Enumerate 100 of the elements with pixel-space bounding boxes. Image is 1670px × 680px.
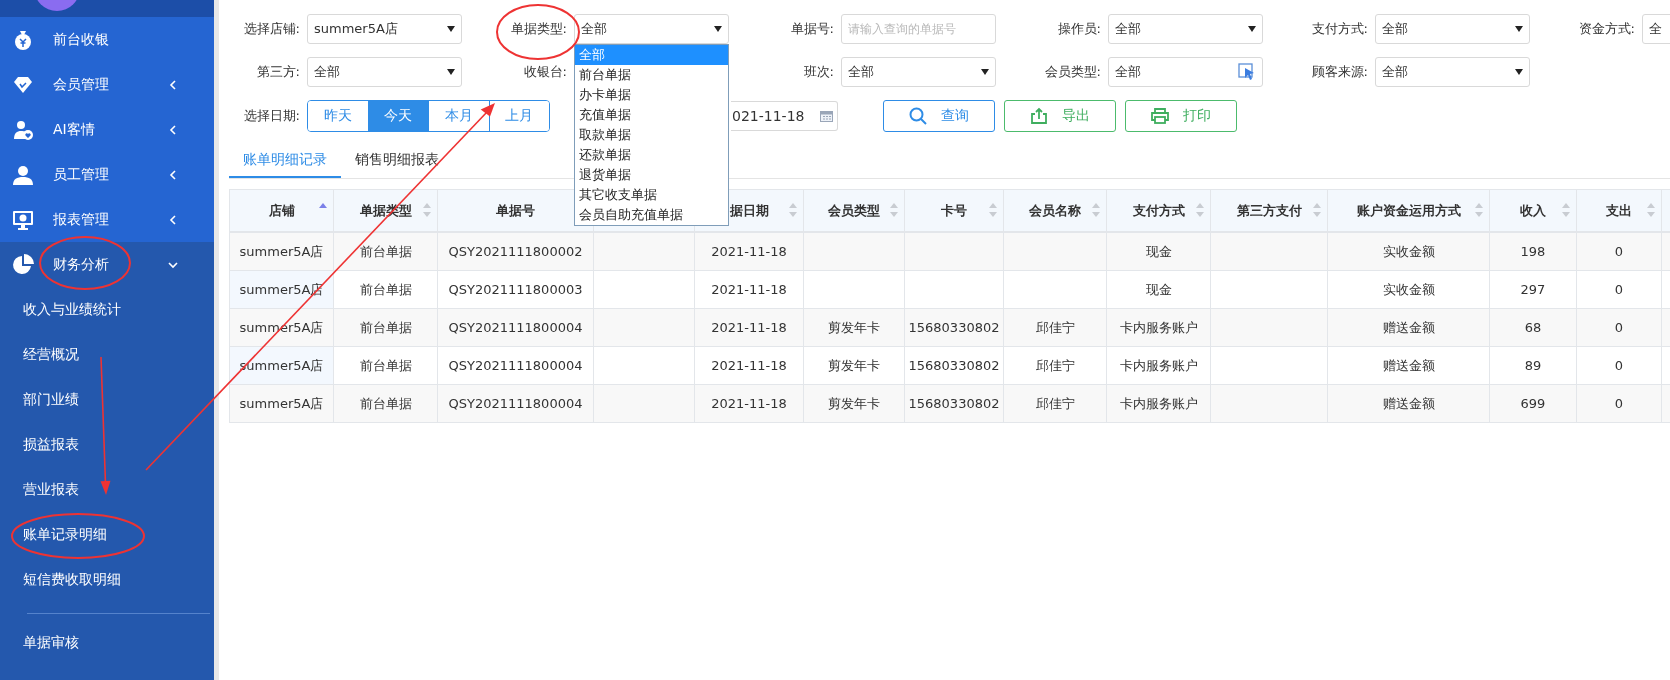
select-field[interactable]: 全部 <box>1108 14 1263 44</box>
sort-icon[interactable] <box>1647 202 1655 218</box>
cursor-icon <box>1238 63 1256 81</box>
sort-icon[interactable] <box>1196 202 1204 218</box>
submenu-item[interactable]: 部门业绩 <box>0 377 214 422</box>
column-header[interactable]: 支付方式 <box>1106 190 1210 231</box>
select-field[interactable]: 全部 <box>1375 57 1530 87</box>
sort-icon[interactable] <box>1475 202 1483 218</box>
table-cell: 剪发年卡 <box>828 356 880 375</box>
sort-icon[interactable] <box>789 202 797 218</box>
column-header[interactable]: 账户资金运用方式 <box>1327 190 1489 231</box>
select-field[interactable]: 全部 <box>574 14 729 44</box>
table-cell: QSY2021111800004 <box>448 358 583 373</box>
sort-icon[interactable] <box>1562 202 1570 218</box>
filter-label: 单据号: <box>789 20 835 38</box>
menu-item[interactable]: 会员管理 <box>0 62 214 107</box>
sort-icon[interactable] <box>1092 202 1100 218</box>
table-cell: 15680330802 <box>908 396 1000 411</box>
table-cell: 2021-11-18 <box>711 244 787 259</box>
dropdown-option[interactable]: 办卡单据 <box>575 85 728 105</box>
column-header[interactable]: 第三方支付 <box>1210 190 1327 231</box>
table-cell: 邱佳宁 <box>1035 394 1075 413</box>
menu-item[interactable]: 前台收银 <box>0 17 214 62</box>
menu-item[interactable]: 员工管理 <box>0 152 214 197</box>
table-cell: 前台单据 <box>359 356 412 375</box>
table-cell: 15680330802 <box>908 358 1000 373</box>
table-cell: 现金 <box>1145 280 1172 299</box>
table-cell: 赠送金额 <box>1382 394 1435 413</box>
submenu-item[interactable]: 营业报表 <box>0 467 214 512</box>
date-field[interactable]: 021-11-18 <box>731 101 838 131</box>
menu-item[interactable]: 报表管理 <box>0 197 214 242</box>
table-cell: 2021-11-18 <box>711 282 787 297</box>
filter-label: 顾客来源: <box>1310 63 1369 81</box>
date-range-tab[interactable]: 上月 <box>488 101 549 131</box>
chevron-left-icon <box>168 124 178 135</box>
table-cell: 2021-11-18 <box>711 358 787 373</box>
tab[interactable]: 账单明细记录 <box>229 143 341 178</box>
table-cell: 实收金额 <box>1382 242 1435 261</box>
table-cell: 卡内服务账户 <box>1119 318 1198 337</box>
caret-icon <box>447 26 455 32</box>
menu-item[interactable]: 单据审核 <box>0 620 214 665</box>
column-header[interactable]: 卡号 <box>904 190 1003 231</box>
menu-item[interactable]: 财务分析 <box>0 242 214 287</box>
select-field[interactable]: summer5A店 <box>307 14 462 44</box>
table-cell: 0 <box>1614 320 1624 335</box>
table-cell: QSY2021111800004 <box>448 396 583 411</box>
table-cell: 前台单据 <box>359 394 412 413</box>
column-header[interactable]: 店铺 <box>229 190 333 231</box>
dropdown-option[interactable]: 还款单据 <box>575 145 728 165</box>
filter-label: 班次: <box>802 63 835 81</box>
table-cell: 卡内服务账户 <box>1119 356 1198 375</box>
select-field[interactable]: 全部 <box>1375 14 1530 44</box>
caret-icon <box>981 69 989 75</box>
table-cell: 0 <box>1614 244 1624 259</box>
table-cell: 89 <box>1524 358 1542 373</box>
column-header[interactable]: 收入 <box>1489 190 1576 231</box>
caret-icon <box>447 69 455 75</box>
chevron-down-icon <box>168 259 178 270</box>
table-cell: 前台单据 <box>359 242 412 261</box>
dropdown-option[interactable]: 退货单据 <box>575 165 728 185</box>
column-header[interactable]: 据日期 <box>694 190 803 231</box>
sort-icon[interactable] <box>1313 202 1321 218</box>
table-cell: 198 <box>1520 244 1546 259</box>
column-header[interactable]: 会员类型 <box>803 190 904 231</box>
submenu-item[interactable]: 经营概况 <box>0 332 214 377</box>
input-field[interactable]: 请输入查询的单据号 <box>841 14 996 44</box>
filter-label: 支付方式: <box>1310 20 1369 38</box>
select-field[interactable]: 全部 <box>841 57 996 87</box>
table-cell: 卡内服务账户 <box>1119 394 1198 413</box>
dropdown-option[interactable]: 充值单据 <box>575 105 728 125</box>
column-header[interactable]: 会员名称 <box>1003 190 1106 231</box>
table-cell: QSY2021111800002 <box>448 244 583 259</box>
submenu-item[interactable]: 短信费收取明细 <box>0 557 214 602</box>
submenu-item[interactable]: 收入与业绩统计 <box>0 287 214 332</box>
column-header[interactable]: 支出 <box>1576 190 1661 231</box>
dropdown-option[interactable]: 取款单据 <box>575 125 728 145</box>
calendar-icon <box>820 110 833 122</box>
upload-icon <box>1030 107 1048 125</box>
picker-field[interactable]: 全部 <box>1108 57 1263 87</box>
user-icon <box>12 163 34 186</box>
caret-icon <box>714 26 722 32</box>
submenu-item[interactable]: 损益报表 <box>0 422 214 467</box>
select-field[interactable]: 全部 <box>307 57 462 87</box>
table-cell: QSY2021111800003 <box>448 282 583 297</box>
sort-icon[interactable] <box>989 202 997 218</box>
table-cell: 前台单据 <box>359 280 412 299</box>
tab[interactable]: 销售明细报表 <box>341 143 453 178</box>
select-field[interactable]: 全 <box>1642 14 1670 44</box>
menu-item[interactable]: AI客情 <box>0 107 214 152</box>
sort-icon[interactable] <box>890 202 898 218</box>
sort-icon[interactable] <box>423 202 431 218</box>
pie-chart-icon <box>12 253 34 276</box>
search-button[interactable]: 查询 <box>883 100 995 132</box>
filter-label: 收银台: <box>522 63 568 81</box>
dropdown-option[interactable]: 前台单据 <box>575 65 728 85</box>
filter-label: 会员类型: <box>1043 63 1102 81</box>
table-cell: 15680330802 <box>908 320 1000 335</box>
table-cell: summer5A店 <box>239 242 324 261</box>
column-header: 单据号 <box>496 201 535 220</box>
submenu-item[interactable]: 账单记录明细 <box>0 512 214 557</box>
